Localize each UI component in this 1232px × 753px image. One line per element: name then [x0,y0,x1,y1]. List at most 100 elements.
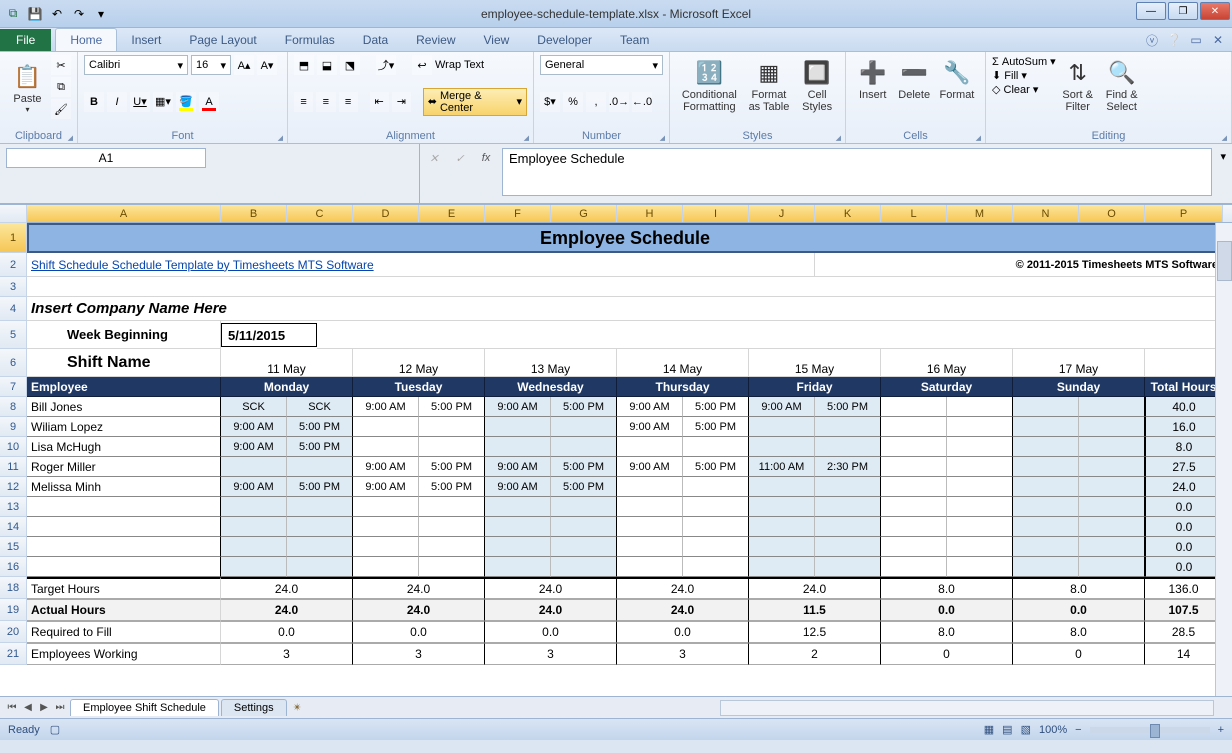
shift-cell[interactable]: 9:00 AM [485,397,551,417]
summary-total[interactable]: 136.0 [1145,577,1223,599]
shift-cell[interactable] [1079,557,1145,577]
shift-cell[interactable] [353,437,419,457]
shift-cell[interactable] [353,557,419,577]
col-header-D[interactable]: D [353,205,419,222]
summary-value[interactable]: 12.5 [749,621,881,643]
week-label[interactable]: Week Beginning [27,321,221,349]
name-box[interactable] [6,148,206,168]
close-button[interactable]: ✕ [1200,2,1230,20]
total-cell[interactable]: 27.5 [1145,457,1223,477]
shift-cell[interactable] [881,397,947,417]
row-header-21[interactable]: 21 [0,643,27,665]
window-restore-icon[interactable]: ▭ [1188,32,1204,48]
col-header-J[interactable]: J [749,205,815,222]
summary-value[interactable]: 8.0 [881,577,1013,599]
shift-cell[interactable] [353,497,419,517]
shift-cell[interactable]: 9:00 AM [353,477,419,497]
cancel-formula-icon[interactable]: ✕ [424,148,444,168]
row-header-3[interactable]: 3 [0,277,27,297]
format-cells-button[interactable]: 🔧Format [935,55,979,103]
summary-value[interactable]: 24.0 [221,577,353,599]
day-header[interactable]: Friday [749,377,881,397]
tab-data[interactable]: Data [349,29,402,51]
cell[interactable] [317,321,1223,349]
employee-name-cell[interactable]: Roger Miller [27,457,221,477]
row-header-5[interactable]: 5 [0,321,27,349]
row-header-11[interactable]: 11 [0,457,27,477]
shift-cell[interactable] [683,517,749,537]
shift-cell[interactable] [1079,537,1145,557]
shift-cell[interactable] [1079,417,1145,437]
shift-cell[interactable] [815,417,881,437]
shift-cell[interactable]: 5:00 PM [287,417,353,437]
shift-cell[interactable] [485,497,551,517]
date-header[interactable]: 16 May [881,349,1013,377]
shift-cell[interactable] [485,537,551,557]
redo-icon[interactable]: ↷ [70,5,88,23]
summary-value[interactable]: 3 [221,643,353,665]
row-header-1[interactable]: 1 [0,223,27,253]
sheet-tab-employee-shift[interactable]: Employee Shift Schedule [70,699,219,716]
grid[interactable]: Employee ScheduleShift Schedule Schedule… [27,223,1232,696]
shift-cell[interactable] [221,537,287,557]
total-cell[interactable]: 16.0 [1145,417,1223,437]
align-center-icon[interactable]: ≡ [316,92,335,112]
col-header-L[interactable]: L [881,205,947,222]
shift-cell[interactable] [683,497,749,517]
day-header[interactable]: Thursday [617,377,749,397]
row-header-13[interactable]: 13 [0,497,27,517]
shift-cell[interactable]: 5:00 PM [287,437,353,457]
col-header-A[interactable]: A [27,205,221,222]
summary-value[interactable]: 0.0 [1013,599,1145,621]
shift-cell[interactable] [881,417,947,437]
shift-cell[interactable] [419,497,485,517]
row-headers[interactable]: 1234567891011121314151618192021 [0,223,27,696]
shift-cell[interactable] [815,497,881,517]
shift-cell[interactable] [617,557,683,577]
summary-value[interactable]: 24.0 [221,599,353,621]
fill-button[interactable]: ⬇ Fill ▾ [992,69,1056,82]
date-header[interactable]: 17 May [1013,349,1145,377]
cut-icon[interactable]: ✂ [51,55,71,75]
employee-name-cell[interactable]: Wiliam Lopez [27,417,221,437]
shift-cell[interactable] [1013,417,1079,437]
shift-cell[interactable] [1013,457,1079,477]
shift-cell[interactable] [749,557,815,577]
col-header-K[interactable]: K [815,205,881,222]
save-icon[interactable]: 💾 [26,5,44,23]
undo-icon[interactable]: ↶ [48,5,66,23]
shift-cell[interactable] [419,557,485,577]
summary-value[interactable]: 24.0 [353,599,485,621]
shift-cell[interactable] [749,497,815,517]
shift-cell[interactable] [287,557,353,577]
tab-home[interactable]: Home [55,28,117,51]
shift-cell[interactable] [617,537,683,557]
summary-value[interactable]: 0.0 [881,599,1013,621]
decrease-indent-icon[interactable]: ⇤ [370,92,389,112]
summary-value[interactable]: 24.0 [485,599,617,621]
fx-icon[interactable]: fx [476,148,496,168]
shift-cell[interactable]: 5:00 PM [683,417,749,437]
summary-value[interactable]: 8.0 [1013,621,1145,643]
shift-cell[interactable] [881,477,947,497]
shift-cell[interactable]: 5:00 PM [287,477,353,497]
format-painter-icon[interactable]: 🖌 [51,99,71,119]
align-top-icon[interactable]: ⬒ [294,55,314,75]
shift-cell[interactable]: 5:00 PM [551,397,617,417]
zoom-slider[interactable] [1090,727,1210,733]
employee-name-cell[interactable] [27,557,221,577]
shift-cell[interactable] [881,537,947,557]
shift-cell[interactable] [287,517,353,537]
select-all-triangle[interactable] [0,205,27,223]
sort-filter-button[interactable]: ⇅Sort & Filter [1056,55,1100,115]
conditional-formatting-button[interactable]: 🔢Conditional Formatting [676,55,743,115]
currency-icon[interactable]: $▾ [540,92,560,112]
col-header-C[interactable]: C [287,205,353,222]
shift-cell[interactable] [1013,537,1079,557]
row-header-8[interactable]: 8 [0,397,27,417]
summary-value[interactable]: 0 [881,643,1013,665]
sheet-tab-settings[interactable]: Settings [221,699,287,716]
shift-cell[interactable] [1013,497,1079,517]
total-cell[interactable]: 8.0 [1145,437,1223,457]
copyright-text[interactable]: © 2011-2015 Timesheets MTS Software [815,253,1223,277]
